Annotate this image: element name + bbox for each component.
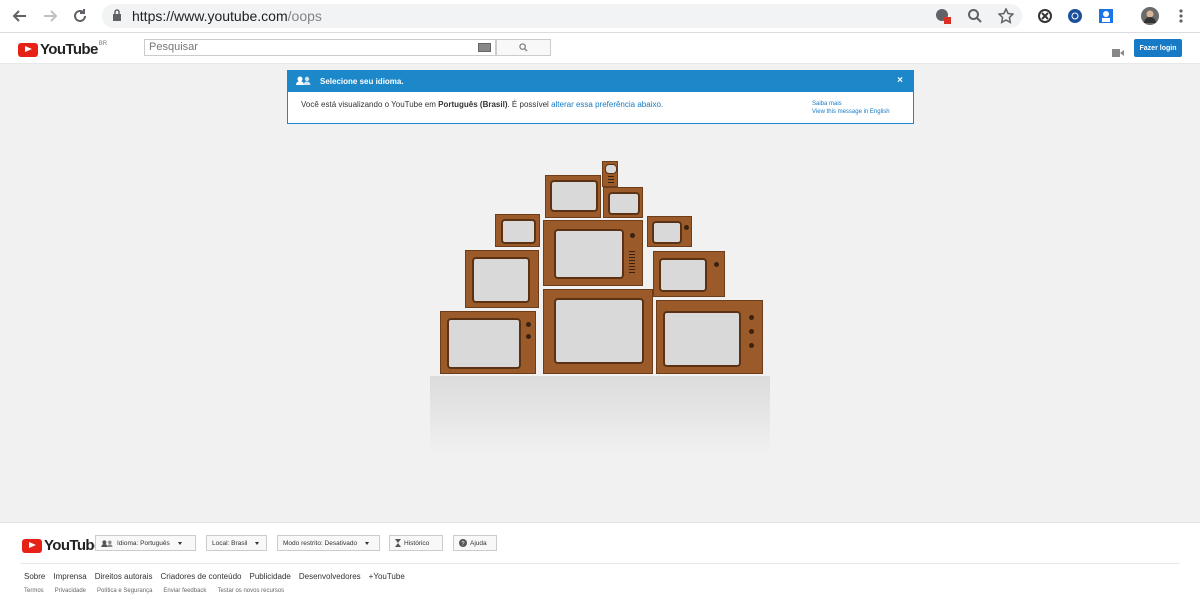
footer-link-copyright[interactable]: Direitos autorais xyxy=(95,572,153,581)
footer-link-about[interactable]: Sobre xyxy=(24,572,45,581)
change-preference-link[interactable]: alterar essa preferência abaixo. xyxy=(551,100,663,109)
youtube-header: YouTube BR Pesquisar Fazer login xyxy=(0,33,1200,64)
chevron-down-icon xyxy=(177,541,182,545)
bookmark-star-icon[interactable] xyxy=(997,7,1015,25)
location-button[interactable]: Local: Brasil xyxy=(206,535,267,551)
footer-divider xyxy=(20,563,1180,564)
logo-text: YouTube xyxy=(40,41,98,58)
footer-link-developers[interactable]: Desenvolvedores xyxy=(299,572,361,581)
language-button[interactable]: Idioma: Português xyxy=(95,535,196,551)
address-bar[interactable]: https://www.youtube.com/oops xyxy=(102,4,1022,28)
language-notice-header: Selecione seu idioma. × xyxy=(288,71,913,92)
footer-link-send-feedback[interactable]: Enviar feedback xyxy=(163,588,206,594)
people-icon xyxy=(296,76,312,87)
search-icon xyxy=(519,43,528,52)
footer-link-policy-safety[interactable]: Política e Segurança xyxy=(97,588,152,594)
chevron-down-icon xyxy=(255,541,260,545)
current-language: Português (Brasil) xyxy=(438,100,508,109)
footer-link-creators[interactable]: Criadores de conteúdo xyxy=(161,572,242,581)
hourglass-icon xyxy=(395,539,401,547)
extension-user-icon[interactable] xyxy=(1097,7,1115,25)
zoom-icon[interactable] xyxy=(966,7,984,25)
search-input[interactable]: Pesquisar xyxy=(144,39,496,56)
footer: YouTube Idioma: Português Local: Brasil … xyxy=(0,522,1200,605)
reload-icon[interactable] xyxy=(70,6,90,26)
footer-link-press[interactable]: Imprensa xyxy=(53,572,86,581)
history-button[interactable]: Histórico xyxy=(389,535,443,551)
youtube-logo[interactable]: YouTube BR xyxy=(18,41,107,58)
view-english-link[interactable]: View this message in English xyxy=(812,108,890,116)
extension-icon[interactable] xyxy=(1036,7,1054,25)
footer-link-privacy[interactable]: Privacidade xyxy=(55,588,86,594)
footer-youtube-logo[interactable]: YouTube xyxy=(22,537,102,554)
login-button[interactable]: Fazer login xyxy=(1134,39,1182,57)
url-text: https://www.youtube.com/oops xyxy=(132,8,322,24)
play-icon xyxy=(18,42,38,57)
chevron-down-icon xyxy=(365,541,370,545)
forward-arrow-icon[interactable] xyxy=(40,6,60,26)
search-button[interactable] xyxy=(496,39,551,56)
language-notice-title: Selecione seu idioma. xyxy=(320,77,404,86)
profile-avatar-icon[interactable] xyxy=(1141,7,1159,25)
close-icon[interactable]: × xyxy=(897,75,903,86)
browser-toolbar: https://www.youtube.com/oops xyxy=(0,0,1200,33)
people-icon xyxy=(101,539,113,547)
back-arrow-icon[interactable] xyxy=(10,6,30,26)
help-icon: ? xyxy=(459,539,467,547)
language-notice: Selecione seu idioma. × Você está visual… xyxy=(287,70,914,124)
language-notice-message: Você está visualizando o YouTube em Port… xyxy=(301,100,664,109)
menu-kebab-icon[interactable] xyxy=(1172,7,1190,25)
extension-globe-icon[interactable] xyxy=(1066,7,1084,25)
help-button[interactable]: ? Ajuda xyxy=(453,535,497,551)
footer-link-terms[interactable]: Termos xyxy=(24,588,44,594)
lock-icon xyxy=(112,9,122,27)
search-placeholder: Pesquisar xyxy=(149,41,198,53)
learn-more-link[interactable]: Saiba mais xyxy=(812,100,890,108)
country-code: BR xyxy=(98,40,108,47)
footer-link-test-features[interactable]: Testar os novos recursos xyxy=(217,588,284,594)
upload-video-icon[interactable] xyxy=(1112,44,1124,62)
blocked-icon[interactable] xyxy=(934,7,952,25)
keyboard-icon[interactable] xyxy=(478,43,491,52)
footer-logo-text: YouTube xyxy=(44,537,102,554)
footer-link-plus-youtube[interactable]: +YouTube xyxy=(369,572,405,581)
footer-links: Sobre Imprensa Direitos autorais Criador… xyxy=(24,572,405,581)
restricted-mode-button[interactable]: Modo restrito: Desativado xyxy=(277,535,380,551)
footer-sub-links: Termos Privacidade Política e Segurança … xyxy=(24,588,284,594)
footer-link-advertise[interactable]: Publicidade xyxy=(249,572,290,581)
play-icon xyxy=(22,538,42,553)
broken-tvs-illustration xyxy=(420,150,780,450)
